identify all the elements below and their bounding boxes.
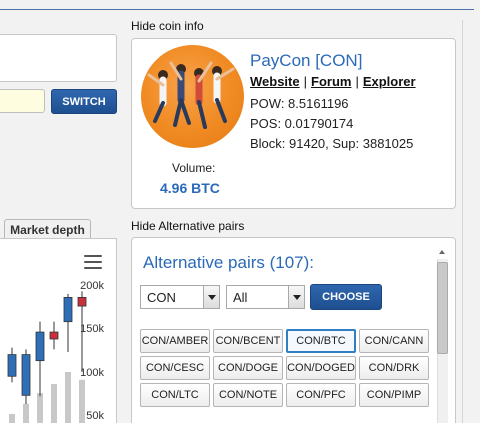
volume-bar (23, 403, 29, 423)
alt-pairs-title: Alternative pairs (107): (143, 253, 315, 272)
coin-select[interactable]: CON (140, 285, 220, 309)
pair-button[interactable]: CON/AMBER (140, 329, 210, 353)
choose-button[interactable]: CHOOSE (310, 284, 382, 310)
explorer-link[interactable]: Explorer (363, 74, 416, 89)
hide-coin-info-link[interactable]: Hide coin info (131, 19, 204, 33)
chevron-down-icon (288, 286, 304, 308)
pair-button[interactable]: CON/DRK (359, 356, 429, 380)
pair-button[interactable]: CON/PFC (286, 383, 356, 407)
candle-body (35, 331, 45, 362)
y-tick-label: 150k (80, 323, 104, 335)
volume-bar (9, 414, 15, 423)
y-tick-label: 200k (80, 280, 104, 292)
pow-value: POW: 8.5161196 (250, 96, 349, 111)
pair-button[interactable]: CON/NOTE (213, 383, 283, 407)
scroll-up-icon[interactable] (437, 246, 448, 258)
website-link[interactable]: Website (250, 74, 300, 89)
tab-market-depth[interactable]: Market depth (4, 219, 91, 239)
pair-button[interactable]: CON/CANN (359, 329, 429, 353)
coin-name: PayCon [CON] (250, 51, 363, 70)
coin-select-value: CON (147, 290, 176, 305)
volume-bar (37, 393, 43, 423)
volume-label: Volume: (172, 161, 216, 175)
switch-button[interactable]: SWITCH (51, 89, 117, 114)
pair-button[interactable]: CON/DOGE (213, 356, 283, 380)
market-select-value: All (233, 290, 248, 305)
trade-panel (0, 34, 117, 82)
link-separator: | (355, 74, 359, 89)
y-tick-label: 50k (86, 410, 104, 422)
market-input[interactable] (0, 89, 45, 113)
y-tick-label: 100k (80, 367, 104, 379)
candle-body (49, 331, 59, 340)
hamburger-icon[interactable] (84, 255, 102, 269)
forum-link[interactable]: Forum (311, 74, 351, 89)
hide-alt-pairs-link[interactable]: Hide Alternative pairs (131, 219, 244, 233)
link-separator: | (303, 74, 307, 89)
header-divider (0, 9, 474, 10)
volume-bar (51, 384, 57, 423)
candle-body (77, 297, 87, 307)
paycon-logo-icon (141, 45, 244, 148)
market-select[interactable]: All (226, 285, 305, 309)
candle-body (21, 354, 31, 396)
pair-button[interactable]: CON/BCENT (213, 329, 283, 353)
volume-bar (65, 372, 71, 423)
pair-button[interactable]: CON/BTC (286, 329, 356, 353)
candle-body (7, 354, 17, 377)
volume-value: 4.96 BTC (160, 180, 220, 196)
pairs-grid: CON/AMBER CON/BCENT CON/BTC CON/CANN CON/CES… (140, 329, 429, 407)
pair-button[interactable]: CON/LTC (140, 383, 210, 407)
candle-body (63, 297, 73, 323)
pos-value: POS: 0.01790174 (250, 116, 354, 131)
coin-links: Website | Forum | Explorer (250, 74, 416, 89)
pair-button[interactable]: CON/DOGED (286, 356, 356, 380)
block-supply-value: Block: 91420, Sup: 3881025 (250, 136, 414, 151)
scrollbar-thumb[interactable] (437, 262, 448, 354)
pair-button[interactable]: CON/PIMP (359, 383, 429, 407)
page-edge-divider (462, 20, 463, 423)
chevron-down-icon (203, 286, 219, 308)
pair-button[interactable]: CON/CESC (140, 356, 210, 380)
